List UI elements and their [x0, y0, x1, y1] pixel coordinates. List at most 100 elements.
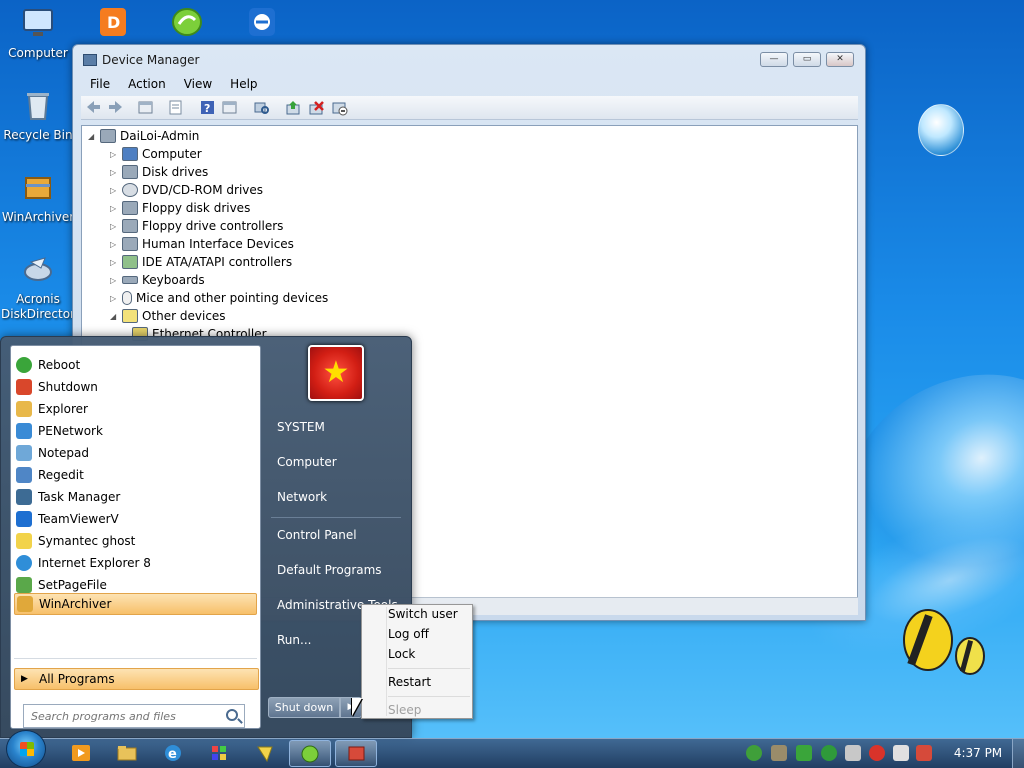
close-button[interactable]: ✕ — [826, 52, 854, 67]
menu-item-lock[interactable]: Lock — [388, 647, 415, 661]
security-icon[interactable] — [796, 745, 812, 761]
tree-item-other-devices[interactable]: ◢ Other devices — [110, 307, 226, 325]
search-icon[interactable] — [226, 709, 238, 721]
network-icon[interactable] — [746, 745, 762, 761]
expand-arrow-icon[interactable]: ▷ — [110, 240, 120, 249]
program-explorer[interactable]: Explorer — [14, 398, 257, 420]
tree-root[interactable]: ◢ DaiLoi-Admin — [88, 127, 199, 145]
desktop-icon-winarchiver[interactable]: WinArchiver — [0, 170, 76, 225]
green-app-icon[interactable] — [171, 6, 203, 38]
menu-item-log-off[interactable]: Log off — [388, 627, 429, 641]
media-icon[interactable] — [821, 745, 837, 761]
device-manager-task[interactable] — [289, 740, 331, 767]
menu-file[interactable]: File — [81, 73, 119, 95]
paint-icon[interactable] — [209, 743, 229, 763]
menu-help[interactable]: Help — [221, 73, 266, 95]
program-penetwork[interactable]: PENetwork — [14, 420, 257, 442]
desktop-icon-recycle-bin[interactable]: Recycle Bin — [0, 88, 76, 143]
tools-icon[interactable] — [771, 745, 787, 761]
teamviewer-icon — [16, 511, 32, 527]
scan-hardware-icon[interactable] — [253, 99, 270, 116]
tool-icon[interactable] — [845, 745, 861, 761]
program-teamviewer[interactable]: TeamViewerV — [14, 508, 257, 530]
desktop-icon-acronis[interactable]: Acronis DiskDirector — [0, 252, 76, 322]
disable-device-icon[interactable] — [331, 99, 348, 116]
properties-icon[interactable] — [137, 99, 154, 116]
shutdown-button[interactable]: Shut down — [268, 697, 340, 718]
volume-muted-icon[interactable] — [893, 745, 909, 761]
menu-action[interactable]: Action — [119, 73, 175, 95]
menu-item-switch-user[interactable]: Switch user — [388, 607, 458, 621]
media-player-icon[interactable] — [71, 743, 91, 763]
program-shutdown[interactable]: Shutdown — [14, 376, 257, 398]
expand-arrow-icon[interactable]: ▷ — [110, 276, 120, 285]
document-icon[interactable] — [167, 99, 184, 116]
start-button[interactable] — [6, 730, 46, 768]
expand-arrow-icon[interactable]: ▷ — [110, 222, 120, 231]
help-icon[interactable]: ? — [199, 99, 216, 116]
winarchiver-task[interactable] — [335, 740, 377, 767]
start-link-run[interactable]: Run... — [277, 633, 311, 647]
program-symantec-ghost[interactable]: Symantec ghost — [14, 530, 257, 552]
explorer-icon[interactable] — [117, 743, 137, 763]
program-reboot[interactable]: Reboot — [14, 354, 257, 376]
uninstall-icon[interactable] — [308, 99, 325, 116]
expand-arrow-icon[interactable]: ▷ — [110, 204, 120, 213]
program-internet-explorer[interactable]: Internet Explorer 8 — [14, 552, 257, 574]
desktop-icon-computer[interactable]: Computer — [0, 6, 76, 61]
tree-item-floppy-drives[interactable]: ▷ Floppy disk drives — [110, 199, 250, 217]
folder-icon — [16, 401, 32, 417]
program-regedit[interactable]: Regedit — [14, 464, 257, 486]
arrow-right-icon: ▶ — [21, 674, 28, 684]
window-view-icon[interactable] — [221, 99, 238, 116]
expand-arrow-icon[interactable]: ▷ — [110, 186, 120, 195]
internet-explorer-icon[interactable]: e — [163, 743, 183, 763]
minimize-button[interactable]: — — [760, 52, 788, 67]
teamviewer-icon[interactable] — [247, 6, 277, 38]
office-icon[interactable]: D — [98, 6, 128, 38]
tree-item-mice[interactable]: ▷ Mice and other pointing devices — [110, 289, 328, 307]
menu-separator — [388, 696, 470, 697]
update-driver-icon[interactable] — [285, 99, 302, 116]
expand-arrow-icon[interactable]: ▷ — [110, 258, 120, 267]
start-link-default-programs[interactable]: Default Programs — [277, 563, 382, 577]
symantec-icon[interactable] — [255, 743, 275, 763]
all-programs-button[interactable]: ▶ All Programs — [14, 668, 259, 690]
start-link-network[interactable]: Network — [277, 490, 327, 504]
expand-arrow-icon[interactable]: ▷ — [110, 150, 120, 159]
show-desktop-button[interactable] — [1012, 739, 1024, 768]
program-notepad[interactable]: Notepad — [14, 442, 257, 464]
collapse-arrow-icon[interactable]: ◢ — [88, 132, 98, 141]
task-manager-icon — [16, 489, 32, 505]
menu-item-restart[interactable]: Restart — [388, 675, 431, 689]
expand-arrow-icon[interactable]: ▷ — [110, 168, 120, 177]
tree-item-computer[interactable]: ▷ Computer — [110, 145, 202, 163]
tree-item-floppy-controllers[interactable]: ▷ Floppy drive controllers — [110, 217, 283, 235]
search-box[interactable] — [23, 704, 245, 728]
reboot-icon — [16, 357, 32, 373]
back-arrow-icon[interactable] — [85, 99, 102, 116]
forward-arrow-icon[interactable] — [107, 99, 124, 116]
search-input[interactable] — [24, 705, 214, 727]
user-picture[interactable]: ★ — [308, 345, 364, 401]
antivirus-icon[interactable] — [869, 745, 885, 761]
power-icon[interactable] — [916, 745, 932, 761]
start-link-system[interactable]: SYSTEM — [277, 420, 325, 434]
collapse-arrow-icon[interactable]: ◢ — [110, 312, 120, 321]
tree-item-ide-controllers[interactable]: ▷ IDE ATA/ATAPI controllers — [110, 253, 292, 271]
program-winarchiver[interactable]: WinArchiver — [14, 593, 257, 615]
clock[interactable]: 4:37 PM — [948, 746, 1008, 760]
program-task-manager[interactable]: Task Manager — [14, 486, 257, 508]
tree-item-keyboards[interactable]: ▷ Keyboards — [110, 271, 205, 289]
expand-arrow-icon[interactable]: ▷ — [110, 294, 120, 303]
title-bar[interactable]: Device Manager — ▭ ✕ — [73, 45, 865, 73]
menu-view[interactable]: View — [175, 73, 221, 95]
tree-item-disk-drives[interactable]: ▷ Disk drives — [110, 163, 208, 181]
tree-item-dvd-drives[interactable]: ▷ DVD/CD-ROM drives — [110, 181, 263, 199]
maximize-button[interactable]: ▭ — [793, 52, 821, 67]
start-link-control-panel[interactable]: Control Panel — [277, 528, 357, 542]
mouse-icon — [122, 291, 132, 305]
computer-node-icon — [100, 129, 116, 143]
start-link-computer[interactable]: Computer — [277, 455, 337, 469]
tree-item-hid[interactable]: ▷ Human Interface Devices — [110, 235, 294, 253]
